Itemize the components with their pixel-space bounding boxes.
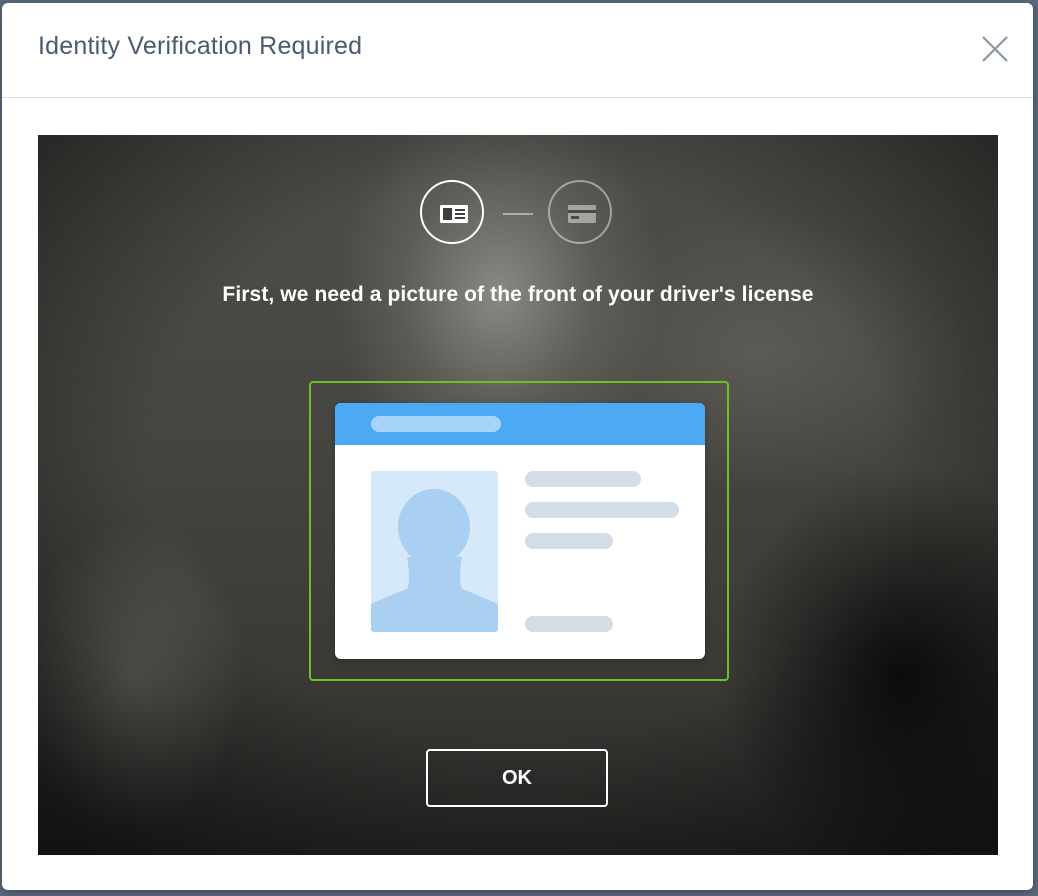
license-illustration: [335, 403, 705, 659]
camera-view: First, we need a picture of the front of…: [38, 135, 998, 855]
close-button[interactable]: [979, 33, 1011, 65]
step-connector: [503, 213, 533, 215]
dialog-title: Identity Verification Required: [38, 32, 363, 60]
license-header-band: [335, 403, 705, 445]
license-text-line: [525, 471, 641, 487]
dialog-header: Identity Verification Required: [2, 3, 1033, 98]
license-back-icon: [568, 205, 596, 223]
instruction-text: First, we need a picture of the front of…: [222, 283, 814, 306]
license-text-line: [525, 502, 679, 518]
license-text-line: [525, 616, 613, 632]
step-front: [420, 180, 484, 244]
license-text-line: [525, 533, 613, 549]
identity-verification-dialog: Identity Verification Required First, we…: [2, 3, 1033, 890]
license-front-icon: [440, 205, 468, 223]
step-indicator: [420, 180, 620, 248]
ok-button[interactable]: OK: [426, 749, 608, 807]
close-icon: [982, 36, 1008, 62]
step-back: [548, 180, 612, 244]
person-silhouette-icon: [371, 489, 498, 632]
capture-frame: [309, 381, 729, 681]
license-photo: [371, 471, 498, 632]
